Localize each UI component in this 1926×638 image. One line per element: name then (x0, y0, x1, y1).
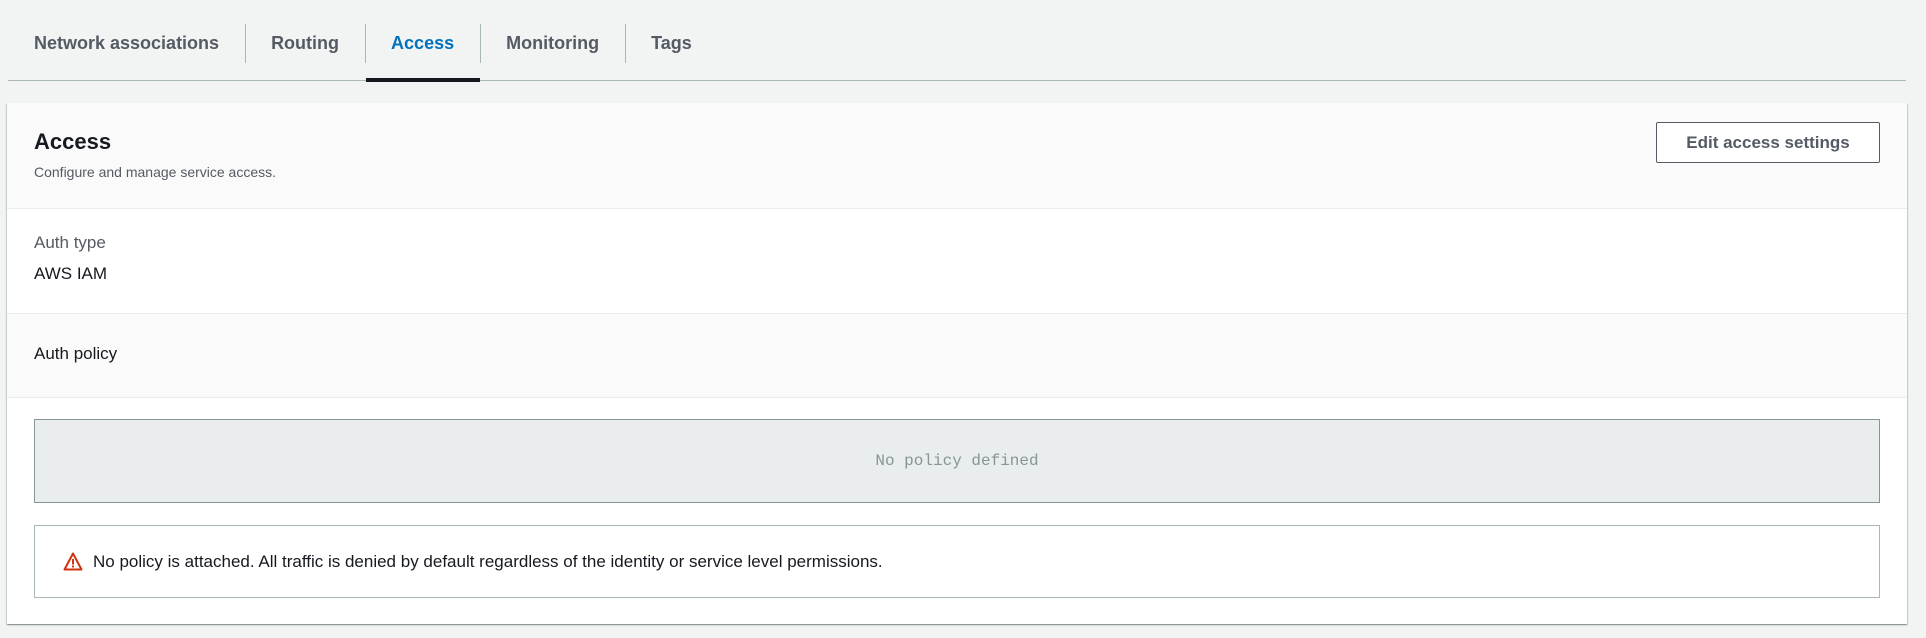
panel-description: Configure and manage service access. (34, 164, 277, 180)
auth-type-value: AWS IAM (34, 264, 108, 283)
panel-title: Access (34, 129, 112, 154)
warning-triangle-icon (63, 552, 83, 571)
tab-tags[interactable]: Tags (625, 6, 718, 81)
tab-routing[interactable]: Routing (245, 6, 365, 81)
tab-bar: Network associations Routing Access Moni… (8, 0, 1906, 82)
policy-placeholder: No policy defined (875, 452, 1039, 470)
panel-header: Access Configure and manage service acce… (7, 103, 1907, 209)
access-panel: Access Configure and manage service acce… (7, 103, 1907, 624)
tab-monitoring[interactable]: Monitoring (480, 6, 625, 81)
tab-access[interactable]: Access (365, 6, 481, 82)
edit-access-settings-button[interactable]: Edit access settings (1656, 122, 1880, 163)
policy-editor: No policy defined (34, 419, 1880, 503)
auth-type-section: Auth type AWS IAM (7, 209, 1907, 314)
auth-type-label: Auth type (34, 233, 106, 252)
warning-text: No policy is attached. All traffic is de… (93, 551, 883, 571)
tab-network-associations[interactable]: Network associations (8, 6, 245, 81)
warning-alert: No policy is attached. All traffic is de… (34, 525, 1880, 598)
auth-policy-heading: Auth policy (7, 314, 1907, 398)
